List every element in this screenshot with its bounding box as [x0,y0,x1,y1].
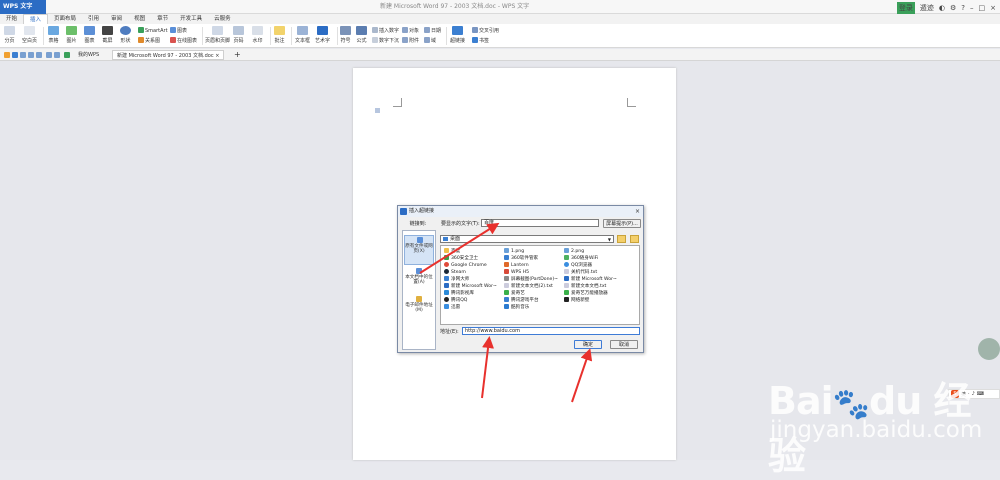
arrow-to-display-text [419,222,500,274]
floating-assistant-icon[interactable] [978,338,1000,360]
arrow-to-address [481,336,494,399]
baidu-watermark-url: jingyan.baidu.com [770,417,983,443]
arrow-to-ok [571,348,593,403]
